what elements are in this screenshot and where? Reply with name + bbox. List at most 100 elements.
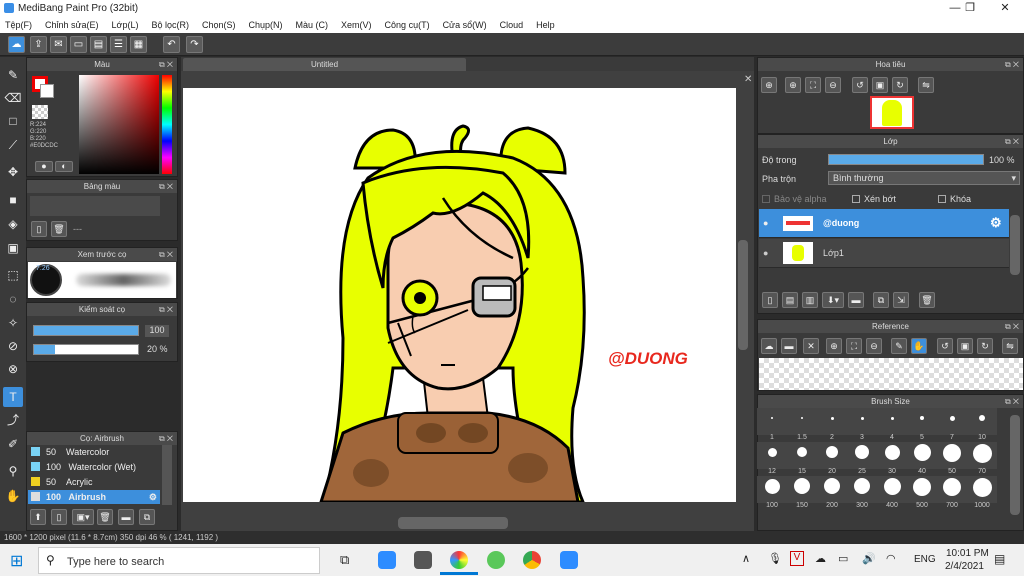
rotate-left-icon[interactable]: ↺: [852, 77, 868, 93]
text-tool-icon[interactable]: T: [3, 387, 23, 407]
navigator-thumbnail[interactable]: [870, 96, 914, 129]
menu-cloud[interactable]: Cloud: [500, 17, 524, 33]
eyedropper-tool-icon[interactable]: ⚲: [3, 461, 23, 481]
firealpaca-app-icon[interactable]: [487, 551, 505, 569]
gradient-tool-icon[interactable]: ▣: [3, 238, 23, 258]
brush-menu-icon[interactable]: ▣▾: [72, 509, 94, 525]
brush-size-cell[interactable]: 15: [787, 442, 817, 475]
operation-tool-icon[interactable]: ⤴: [3, 410, 23, 430]
brush-size-cell[interactable]: 30: [877, 442, 907, 475]
brush-size-cell[interactable]: 1.5: [787, 408, 817, 441]
canvas-vscrollbar[interactable]: [738, 240, 748, 350]
brush-size-cell[interactable]: 300: [847, 476, 877, 509]
fit-icon[interactable]: ⛶: [805, 77, 821, 93]
brush-item[interactable]: 50 Acrylic: [28, 475, 160, 489]
brush-list-scrollbar[interactable]: [162, 445, 172, 505]
zoom-in-icon[interactable]: ⊕: [826, 338, 842, 354]
grid-icon[interactable]: ▦: [130, 36, 147, 53]
protect-alpha-checkbox[interactable]: Bảo vệ alpha: [762, 194, 827, 204]
fit-window-icon[interactable]: ▣: [872, 77, 888, 93]
medibang-app-icon[interactable]: [450, 551, 468, 569]
layer-opacity-slider[interactable]: [828, 154, 984, 165]
clock-time[interactable]: 10:01 PM: [946, 548, 989, 559]
blend-select[interactable]: Bình thường ▾: [828, 171, 1020, 185]
brush-size-cell[interactable]: 7: [937, 408, 967, 441]
language-indicator[interactable]: ENG: [914, 554, 936, 565]
magic-wand-tool-icon[interactable]: ✧: [3, 313, 23, 333]
brush-size-cell[interactable]: 40: [907, 442, 937, 475]
brush-size-cell[interactable]: 700: [937, 476, 967, 509]
copy-brush-icon[interactable]: ⧉: [139, 509, 155, 525]
zoom-app-icon[interactable]: [378, 551, 396, 569]
brush-size-cell[interactable]: 200: [817, 476, 847, 509]
rotate-right-icon[interactable]: ↻: [892, 77, 908, 93]
background-color[interactable]: [40, 84, 54, 98]
rectangle-tool-icon[interactable]: □: [3, 111, 23, 131]
brush-size-cell[interactable]: 25: [847, 442, 877, 475]
zoom-in-icon[interactable]: ⊕: [785, 77, 801, 93]
upload-icon[interactable]: ☁: [761, 338, 777, 354]
palette-area[interactable]: [30, 196, 160, 216]
lasso-tool-icon[interactable]: ◌: [3, 289, 23, 309]
document-tab[interactable]: Untitled: [183, 58, 466, 71]
brush-item[interactable]: 100 Watercolor (Wet): [28, 460, 160, 474]
brush-size-cell[interactable]: 12: [757, 442, 787, 475]
close-tab-icon[interactable]: ✕: [744, 74, 752, 85]
zoom-out-icon[interactable]: ⊖: [825, 77, 841, 93]
flip-icon[interactable]: ⇋: [1002, 338, 1018, 354]
size-slider[interactable]: [33, 325, 139, 336]
redo-icon[interactable]: ↷: [186, 36, 203, 53]
fit-window-icon[interactable]: ▣: [957, 338, 973, 354]
merge-layer-icon[interactable]: ⇲: [893, 292, 909, 308]
eye-icon[interactable]: ●: [763, 248, 768, 258]
vivaldi-icon[interactable]: V: [790, 551, 804, 566]
gear-icon[interactable]: ⚙: [990, 215, 1002, 231]
bucket-tool-icon[interactable]: ◈: [3, 214, 23, 234]
expand-icon[interactable]: ⧉ ✕: [159, 432, 173, 445]
dot-tool-icon[interactable]: ⟋: [3, 135, 23, 155]
chevron-up-icon[interactable]: ∧: [742, 552, 750, 565]
zoom-app-icon-2[interactable]: [560, 551, 578, 569]
expand-icon[interactable]: ⧉ ✕: [159, 58, 173, 71]
menu-window[interactable]: Cửa sổ(W): [443, 17, 487, 33]
brush-size-cell[interactable]: 400: [877, 476, 907, 509]
expand-icon[interactable]: ⧉ ✕: [159, 180, 173, 193]
brush-size-cell[interactable]: 1: [757, 408, 787, 441]
gear-icon[interactable]: ⚙: [149, 490, 157, 504]
list-icon[interactable]: ☰: [110, 36, 127, 53]
new-palette-icon[interactable]: ▯: [31, 221, 47, 237]
brush-tool-icon[interactable]: ✎: [3, 65, 23, 85]
layer-menu-icon[interactable]: ⬇▾: [822, 292, 844, 308]
windows-start-icon[interactable]: ⊞: [10, 551, 23, 571]
volume-icon[interactable]: 🔊: [862, 552, 876, 565]
eraser-tool-icon[interactable]: ⌫: [3, 88, 23, 108]
cloud-icon[interactable]: ☁: [815, 552, 826, 565]
brush-size-cell[interactable]: 2: [817, 408, 847, 441]
microphone-icon[interactable]: 🎙: [768, 552, 782, 565]
brush-size-cell[interactable]: 50: [937, 442, 967, 475]
brush-size-cell[interactable]: 100: [757, 476, 787, 509]
rotate-left-icon[interactable]: ↺: [937, 338, 953, 354]
add-brush-icon[interactable]: ⬆: [30, 509, 46, 525]
maximize-button[interactable]: ❐: [955, 1, 985, 16]
menu-select[interactable]: Chọn(S): [202, 17, 236, 33]
hand-tool-icon[interactable]: ✋: [3, 486, 23, 506]
share-icon[interactable]: ⇪: [30, 36, 47, 53]
move-tool-icon[interactable]: ✥: [3, 162, 23, 182]
brush-size-cell[interactable]: 3: [847, 408, 877, 441]
expand-icon[interactable]: ⧉ ✕: [159, 248, 173, 261]
menu-layer[interactable]: Lớp(L): [112, 17, 139, 33]
flip-icon[interactable]: ⇋: [918, 77, 934, 93]
fit-icon[interactable]: ⛶: [846, 338, 862, 354]
page-icon[interactable]: ▭: [70, 36, 87, 53]
swap-color-button[interactable]: ●: [35, 161, 53, 172]
select-tool-icon[interactable]: ⬚: [3, 265, 23, 285]
expand-icon[interactable]: ⧉ ✕: [1005, 320, 1019, 333]
new-brush-icon[interactable]: ▯: [51, 509, 67, 525]
brush-size-cell[interactable]: 5: [907, 408, 937, 441]
menu-color[interactable]: Màu (C): [296, 17, 329, 33]
expand-icon[interactable]: ⧉ ✕: [1005, 135, 1019, 148]
search-box[interactable]: ⚲ Type here to search: [38, 547, 320, 574]
layer-scrollbar[interactable]: [1010, 215, 1020, 275]
network-icon[interactable]: ▭: [838, 552, 848, 565]
